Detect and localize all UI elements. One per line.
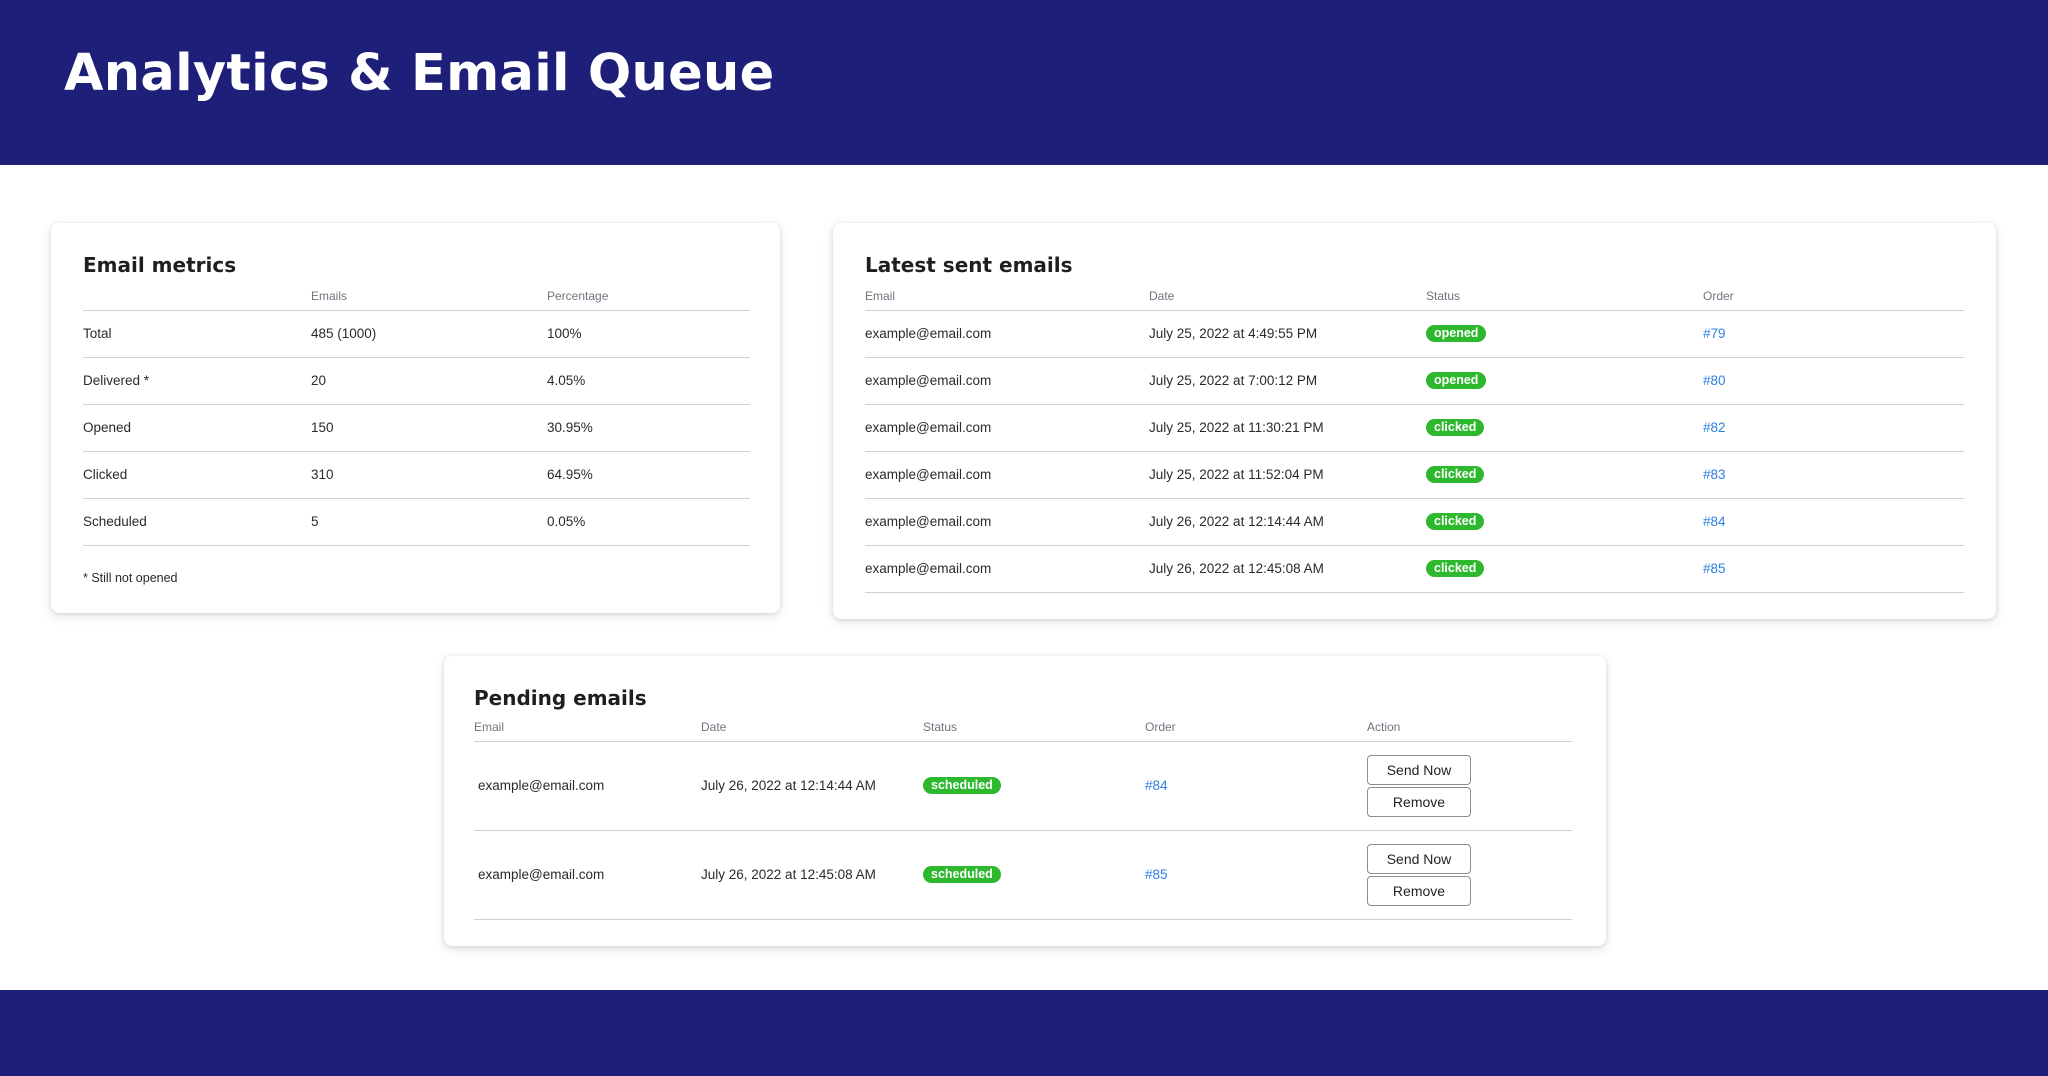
send-now-button[interactable]: Send Now bbox=[1367, 754, 1471, 785]
table-row: Scheduled 5 0.05% bbox=[83, 498, 750, 546]
email-cell: example@email.com bbox=[865, 404, 1149, 452]
metric-emails: 310 bbox=[311, 451, 547, 499]
table-row: example@email.com July 25, 2022 at 11:30… bbox=[865, 404, 1964, 452]
email-cell: example@email.com bbox=[865, 451, 1149, 499]
email-cell: example@email.com bbox=[865, 498, 1149, 546]
metric-label: Scheduled bbox=[83, 498, 311, 546]
date-cell: July 25, 2022 at 4:49:55 PM bbox=[1149, 310, 1426, 358]
footer-banner bbox=[0, 990, 2048, 1076]
email-cell: example@email.com bbox=[865, 357, 1149, 405]
table-header-row: Email Date Status Order Action bbox=[474, 720, 1572, 742]
column-header-percentage: Percentage bbox=[547, 289, 750, 311]
metric-percentage: 0.05% bbox=[547, 498, 750, 546]
column-header-email: Email bbox=[474, 720, 701, 742]
metric-emails: 485 (1000) bbox=[311, 310, 547, 358]
table-row: Clicked 310 64.95% bbox=[83, 451, 750, 499]
column-header-emails: Emails bbox=[311, 289, 547, 311]
metric-label: Delivered * bbox=[83, 357, 311, 405]
order-link[interactable]: #85 bbox=[1145, 867, 1168, 882]
remove-button[interactable]: Remove bbox=[1367, 786, 1471, 817]
column-header-status: Status bbox=[1426, 289, 1703, 311]
column-header-action: Action bbox=[1367, 720, 1572, 742]
column-header-email: Email bbox=[865, 289, 1149, 311]
status-badge: scheduled bbox=[923, 866, 1001, 883]
status-badge: clicked bbox=[1426, 560, 1485, 577]
column-header-order: Order bbox=[1145, 720, 1367, 742]
table-row: example@email.com July 26, 2022 at 12:14… bbox=[474, 741, 1572, 831]
pending-emails-title: Pending emails bbox=[474, 686, 647, 710]
header-banner: Analytics & Email Queue bbox=[0, 0, 2048, 165]
table-row: example@email.com July 26, 2022 at 12:45… bbox=[474, 830, 1572, 920]
column-header-order: Order bbox=[1703, 289, 1964, 311]
table-row: example@email.com July 26, 2022 at 12:45… bbox=[865, 545, 1964, 593]
email-cell: example@email.com bbox=[865, 545, 1149, 593]
status-badge: clicked bbox=[1426, 466, 1485, 483]
column-header-date: Date bbox=[1149, 289, 1426, 311]
table-row: Delivered * 20 4.05% bbox=[83, 357, 750, 405]
table-row: Opened 150 30.95% bbox=[83, 404, 750, 452]
email-cell: example@email.com bbox=[474, 830, 701, 920]
date-cell: July 25, 2022 at 7:00:12 PM bbox=[1149, 357, 1426, 405]
page-title: Analytics & Email Queue bbox=[64, 44, 775, 103]
metric-emails: 150 bbox=[311, 404, 547, 452]
date-cell: July 25, 2022 at 11:30:21 PM bbox=[1149, 404, 1426, 452]
date-cell: July 25, 2022 at 11:52:04 PM bbox=[1149, 451, 1426, 499]
email-metrics-card: Email metrics Emails Percentage Total 48… bbox=[51, 223, 780, 613]
action-cell: Send Now Remove bbox=[1367, 830, 1572, 920]
date-cell: July 26, 2022 at 12:45:08 AM bbox=[1149, 545, 1426, 593]
status-badge: clicked bbox=[1426, 513, 1485, 530]
table-row: example@email.com July 25, 2022 at 7:00:… bbox=[865, 357, 1964, 405]
status-badge: clicked bbox=[1426, 419, 1485, 436]
order-link[interactable]: #79 bbox=[1703, 326, 1726, 341]
column-header-date: Date bbox=[701, 720, 923, 742]
action-cell: Send Now Remove bbox=[1367, 741, 1572, 831]
date-cell: July 26, 2022 at 12:14:44 AM bbox=[1149, 498, 1426, 546]
pending-emails-card: Pending emails Email Date Status Order A… bbox=[444, 656, 1606, 946]
table-row: example@email.com July 26, 2022 at 12:14… bbox=[865, 498, 1964, 546]
table-header-row: Emails Percentage bbox=[83, 289, 750, 311]
email-metrics-title: Email metrics bbox=[83, 253, 237, 277]
date-cell: July 26, 2022 at 12:45:08 AM bbox=[701, 830, 923, 920]
remove-button[interactable]: Remove bbox=[1367, 875, 1471, 906]
email-cell: example@email.com bbox=[474, 741, 701, 831]
metric-percentage: 64.95% bbox=[547, 451, 750, 499]
table-row: example@email.com July 25, 2022 at 4:49:… bbox=[865, 310, 1964, 358]
latest-sent-emails-table: Email Date Status Order example@email.co… bbox=[865, 289, 1964, 593]
latest-sent-emails-card: Latest sent emails Email Date Status Ord… bbox=[833, 223, 1996, 619]
metric-percentage: 4.05% bbox=[547, 357, 750, 405]
column-header-label bbox=[83, 289, 311, 311]
email-cell: example@email.com bbox=[865, 310, 1149, 358]
metric-emails: 5 bbox=[311, 498, 547, 546]
send-now-button[interactable]: Send Now bbox=[1367, 843, 1471, 874]
metric-percentage: 100% bbox=[547, 310, 750, 358]
metric-label: Clicked bbox=[83, 451, 311, 499]
metrics-footnote: * Still not opened bbox=[83, 571, 178, 585]
column-header-status: Status bbox=[923, 720, 1145, 742]
metric-label: Opened bbox=[83, 404, 311, 452]
metric-percentage: 30.95% bbox=[547, 404, 750, 452]
table-row: example@email.com July 25, 2022 at 11:52… bbox=[865, 451, 1964, 499]
table-header-row: Email Date Status Order bbox=[865, 289, 1964, 311]
order-link[interactable]: #82 bbox=[1703, 420, 1726, 435]
order-link[interactable]: #83 bbox=[1703, 467, 1726, 482]
order-link[interactable]: #80 bbox=[1703, 373, 1726, 388]
order-link[interactable]: #84 bbox=[1703, 514, 1726, 529]
order-link[interactable]: #85 bbox=[1703, 561, 1726, 576]
table-row: Total 485 (1000) 100% bbox=[83, 310, 750, 358]
status-badge: scheduled bbox=[923, 777, 1001, 794]
order-link[interactable]: #84 bbox=[1145, 778, 1168, 793]
pending-emails-table: Email Date Status Order Action example@e… bbox=[474, 720, 1572, 920]
date-cell: July 26, 2022 at 12:14:44 AM bbox=[701, 741, 923, 831]
metric-label: Total bbox=[83, 310, 311, 358]
status-badge: opened bbox=[1426, 372, 1487, 389]
status-badge: opened bbox=[1426, 325, 1487, 342]
email-metrics-table: Emails Percentage Total 485 (1000) 100% … bbox=[83, 289, 750, 546]
metric-emails: 20 bbox=[311, 357, 547, 405]
latest-sent-emails-title: Latest sent emails bbox=[865, 253, 1073, 277]
